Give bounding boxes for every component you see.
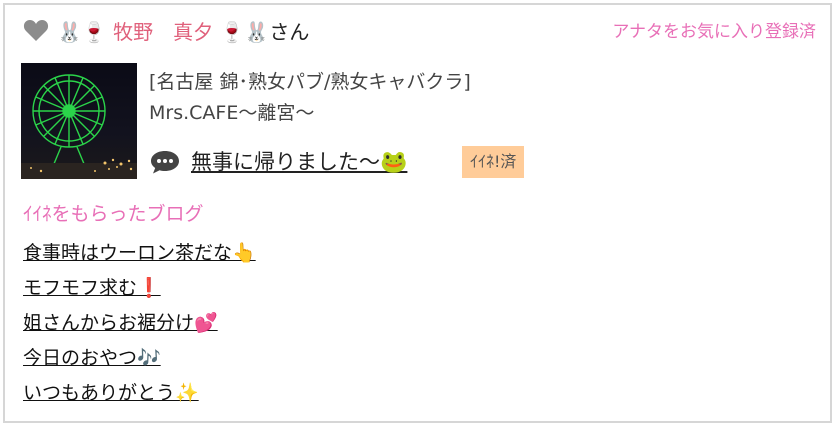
blog-link[interactable]: いつもありがとう✨ — [23, 382, 199, 404]
list-item: 食事時はウーロン茶だな👆 — [23, 237, 256, 272]
user-name-line[interactable]: 🐰🍷 牧野 真夕 🍷🐰さん — [57, 17, 309, 47]
frog-emoji: 🐸 — [380, 150, 408, 175]
heart-icon[interactable] — [23, 19, 49, 43]
blog-link[interactable]: 姐さんからお裾分け💕 — [23, 312, 218, 334]
user-name: 牧野 真夕 — [113, 20, 214, 44]
iine-done-badge: ｲｲﾈ!済 — [462, 146, 525, 178]
favorite-status: アナタをお気に入り登録済 — [612, 22, 816, 42]
honorific: さん — [269, 20, 310, 44]
liked-blogs-title: ｲｲﾈをもらったブログ — [23, 203, 204, 225]
name-prefix-emojis: 🐰🍷 — [57, 20, 107, 44]
blog-link[interactable]: 食事時はウーロン茶だな👆 — [23, 242, 256, 264]
store-name: Mrs.CAFE〜離宮〜 — [149, 102, 315, 124]
name-suffix-emojis: 🍷🐰 — [219, 20, 270, 44]
post-title: 無事に帰りました〜 — [191, 150, 380, 174]
list-item: 姐さんからお裾分け💕 — [23, 307, 256, 342]
speech-bubble-icon — [151, 151, 179, 174]
store-info: [名古屋 錦･熟女パブ/熟女キャバクラ] Mrs.CAFE〜離宮〜 — [149, 67, 471, 129]
blog-card: 🐰🍷 牧野 真夕 🍷🐰さん アナタをお気に入り登録済 [名古屋 錦･熟女パブ/熟… — [3, 3, 832, 423]
list-item: モフモフ求む❗️ — [23, 272, 256, 307]
ferris-wheel-night-image — [21, 74, 137, 179]
list-item: 今日のおやつ🎶 — [23, 342, 256, 377]
blog-link[interactable]: 今日のおやつ🎶 — [23, 347, 161, 369]
post-title-link[interactable]: 無事に帰りました〜🐸 — [191, 145, 407, 180]
post-thumbnail[interactable] — [21, 63, 137, 179]
store-category: [名古屋 錦･熟女パブ/熟女キャバクラ] — [149, 71, 471, 93]
liked-blogs-list: 食事時はウーロン茶だな👆 モフモフ求む❗️ 姐さんからお裾分け💕 今日のおやつ🎶… — [23, 237, 256, 412]
card-header: 🐰🍷 牧野 真夕 🍷🐰さん アナタをお気に入り登録済 — [23, 17, 816, 47]
list-item: いつもありがとう✨ — [23, 377, 256, 412]
blog-link[interactable]: モフモフ求む❗️ — [23, 277, 161, 299]
